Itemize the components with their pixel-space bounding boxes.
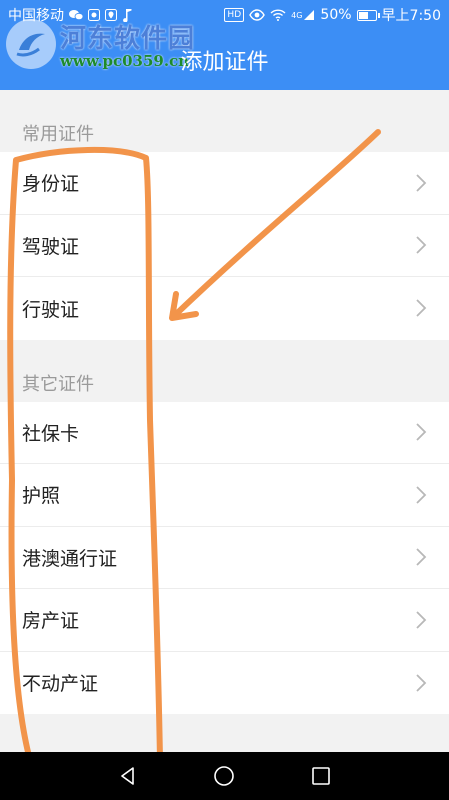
section-label-other: 其它证件 — [22, 373, 94, 395]
app-header: 中国移动 HD 4G 50% 早上7:50 河东软件园 www.pc0359.c… — [0, 0, 449, 90]
battery-level — [358, 11, 368, 19]
hd-badge: HD — [224, 8, 245, 22]
battery-icon — [356, 9, 380, 21]
section-common: 常用证件 身份证 驾驶证 行驶证 — [0, 90, 449, 340]
eye-comfort-icon — [249, 9, 265, 21]
signal-icon: 4G — [291, 9, 315, 21]
wifi-icon — [270, 9, 286, 21]
recent-apps-button[interactable] — [309, 764, 333, 788]
list-item-label: 社保卡 — [22, 422, 80, 445]
list-item-label: 港澳通行证 — [22, 547, 118, 570]
list-item-label: 不动产证 — [22, 673, 99, 696]
battery-percent: 50% — [320, 7, 352, 23]
chevron-right-icon — [416, 174, 427, 192]
list-item-property-certificate[interactable]: 房产证 — [0, 589, 449, 652]
chevron-right-icon — [416, 548, 427, 566]
page-title: 添加证件 — [180, 50, 269, 75]
chevron-right-icon — [416, 674, 427, 692]
chevron-right-icon — [416, 486, 427, 504]
status-right: HD 4G 50% 早上7:50 — [224, 5, 441, 25]
back-triangle-icon — [121, 767, 134, 785]
document-list: 常用证件 身份证 驾驶证 行驶证 其它证件 社保卡 护照 港澳通行证 房产证 不… — [0, 90, 449, 714]
list-item-label: 护照 — [22, 485, 61, 508]
section-label-common: 常用证件 — [22, 124, 94, 145]
recent-apps-square-icon — [312, 767, 330, 785]
list-item-label: 驾驶证 — [22, 235, 80, 258]
chevron-right-icon — [416, 299, 427, 317]
system-navigation-bar — [0, 752, 449, 800]
list-item-social-security-card[interactable]: 社保卡 — [0, 402, 449, 464]
chevron-right-icon — [416, 236, 427, 254]
list-item-hk-macau-permit[interactable]: 港澳通行证 — [0, 527, 449, 589]
list-item-label: 行驶证 — [22, 298, 80, 321]
section-other: 其它证件 社保卡 护照 港澳通行证 房产证 不动产证 — [0, 340, 449, 715]
chevron-right-icon — [416, 423, 427, 441]
chevron-right-icon — [416, 611, 427, 629]
clock: 早上7:50 — [381, 8, 441, 24]
list-item-vehicle-license[interactable]: 行驶证 — [0, 277, 449, 340]
list-item-real-estate-certificate[interactable]: 不动产证 — [0, 652, 449, 715]
common-documents-list: 身份证 驾驶证 行驶证 — [0, 152, 449, 340]
back-button[interactable] — [116, 764, 140, 788]
network-type: 4G — [291, 10, 303, 20]
list-item-passport[interactable]: 护照 — [0, 464, 449, 527]
list-item-driver-license[interactable]: 驾驶证 — [0, 215, 449, 277]
list-item-id-card[interactable]: 身份证 — [0, 152, 449, 215]
list-item-label: 房产证 — [22, 610, 80, 633]
list-item-label: 身份证 — [22, 173, 80, 196]
other-documents-list: 社保卡 护照 港澳通行证 房产证 不动产证 — [0, 401, 449, 715]
home-circle-icon — [214, 766, 235, 786]
home-button[interactable] — [212, 764, 236, 788]
